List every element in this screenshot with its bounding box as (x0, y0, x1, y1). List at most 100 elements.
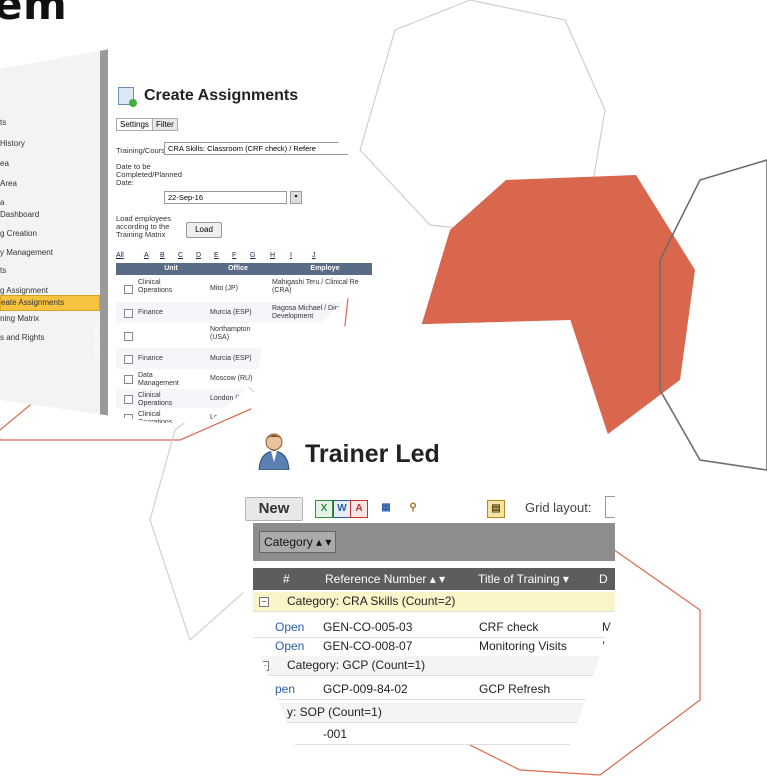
office-cell: Northampton (210, 326, 251, 333)
date-label-3: Date: (116, 178, 134, 187)
tab-filter[interactable]: Filter (152, 118, 178, 131)
category-group-row[interactable]: − Category: CRA Skills (Count=2) (253, 592, 615, 612)
create-assignment-icon (118, 87, 137, 107)
sidebar-item[interactable]: y Management (0, 246, 98, 260)
unit-cell: Data (138, 372, 153, 379)
excel-export-icon[interactable]: X (315, 500, 333, 518)
open-link[interactable]: Open (275, 637, 304, 656)
collapse-icon[interactable]: − (259, 597, 269, 607)
grid-view-icon[interactable]: ▦ (378, 500, 394, 516)
unit-cell: Finance (138, 354, 163, 362)
sidebar-item[interactable]: eate Assignments (0, 295, 100, 311)
grid-layout-label: Grid layout: (525, 500, 592, 515)
alpha-filter-link[interactable]: I (290, 252, 292, 259)
category-group-row[interactable]: − y: SOP (Count=1) (253, 703, 615, 723)
word-export-icon[interactable]: W (333, 500, 351, 518)
sidebar-collapse-strip[interactable] (100, 38, 108, 423)
sidebar-item[interactable]: Area (0, 177, 98, 191)
alpha-filter-link[interactable]: All (116, 252, 124, 259)
sidebar-item[interactable]: ts (0, 116, 98, 130)
chevron-down-icon[interactable]: ▾ (290, 191, 302, 204)
row-checkbox[interactable] (124, 331, 133, 341)
training-row[interactable]: Open GEN-CO-008-07 Monitoring Visits F (253, 637, 615, 657)
date-field[interactable]: 22-Sep-16 (164, 191, 287, 204)
alpha-filter-link[interactable]: B (160, 252, 165, 259)
sidebar-item[interactable]: History (0, 137, 98, 151)
unit-cell: Clinical (138, 411, 161, 418)
filter-clear-icon[interactable]: ⚲ (405, 500, 421, 516)
reference-number-header[interactable]: Reference Number ▴ ▾ (325, 568, 445, 590)
training-course-label: Training/Course: (116, 146, 172, 155)
employee-cell: Development (272, 313, 314, 320)
page-title: em (0, 0, 68, 29)
open-link[interactable]: Open (275, 618, 304, 637)
title-of-training-cell: GCP Refresh (479, 682, 551, 696)
title-of-training-header[interactable]: Title of Training ▾ (478, 568, 569, 590)
alpha-filter-link[interactable]: C (178, 252, 183, 259)
training-row[interactable]: -001 (253, 725, 615, 745)
unit-cell: Clinical (138, 279, 161, 286)
office-column-header[interactable]: Office (208, 263, 268, 275)
employee-cell: (CRA) (272, 287, 292, 294)
sidebar-item[interactable]: ning Matrix (0, 312, 98, 326)
grid-header: Unit Office Employe (116, 263, 372, 275)
unit-cell: Operations (138, 400, 173, 407)
category-group-chip[interactable]: Category ▴ ▾ (259, 531, 337, 553)
alpha-filter-link[interactable]: A (144, 252, 149, 259)
reference-number-cell: GEN-CO-008-07 (323, 639, 413, 653)
reference-number-cell: GEN-CO-005-03 (323, 620, 413, 634)
office-cell: (USA) (210, 334, 230, 341)
reference-number-cell: GCP-009-84-02 (323, 682, 408, 696)
load-button[interactable]: Load (186, 222, 222, 238)
alpha-filter-link[interactable]: E (214, 252, 219, 259)
unit-cell: Operations (138, 287, 173, 294)
table-row[interactable]: Clinical Operations Mito (JP) Mahigashi Ter… (116, 276, 372, 303)
close-menu-label[interactable]: close menu (94, 323, 101, 359)
sidebar-item[interactable]: s and Rights (0, 331, 98, 345)
row-checkbox[interactable] (124, 354, 133, 364)
tab-settings[interactable]: Settings (116, 118, 153, 131)
sidebar-item[interactable]: Dashboard (0, 208, 98, 222)
row-checkbox[interactable] (124, 394, 133, 404)
sidebar-item[interactable]: g Creation (0, 227, 98, 241)
category-label: Category: GCP (Count=1) (287, 658, 426, 672)
row-checkbox[interactable] (124, 308, 133, 318)
layout-save-icon[interactable]: ▤ (487, 500, 505, 518)
alpha-filter-link[interactable]: F (232, 252, 236, 259)
category-label: y: SOP (Count=1) (287, 705, 382, 719)
create-assignments-title: Create Assignments (144, 87, 299, 104)
row-number-header: # (283, 572, 290, 586)
category-label: Category: CRA Skills (Count=2) (287, 594, 456, 608)
sidebar-item[interactable]: ts (0, 264, 98, 278)
row-checkbox[interactable] (124, 285, 133, 294)
training-row[interactable]: Open GEN-CO-005-03 CRF check M (253, 618, 615, 638)
trainer-led-panel: Trainer Led New X W A ▦ ⚲ ▤ Grid layout:… (243, 320, 615, 745)
unit-cell: Management (138, 380, 179, 387)
employee-cell: Mahigashi Teru / Clinical Re (272, 279, 359, 286)
alpha-filter-link[interactable]: G (250, 252, 255, 259)
alpha-filter-link[interactable]: H (270, 252, 275, 259)
select-column-header (116, 263, 134, 275)
unit-column-header[interactable]: Unit (136, 263, 206, 275)
alpha-filter-link[interactable]: J (312, 252, 316, 259)
new-button[interactable]: New (245, 497, 303, 521)
category-group-row[interactable]: − Category: GCP (Count=1) (253, 656, 615, 676)
employee-column-header[interactable]: Employe (270, 263, 372, 275)
trainer-person-icon (258, 433, 290, 470)
title-of-training-cell: CRF check (479, 620, 539, 634)
training-row[interactable]: pen GCP-009-84-02 GCP Refresh (253, 680, 615, 700)
d-column-header[interactable]: D (599, 568, 608, 590)
alpha-filter-link[interactable]: D (196, 252, 201, 259)
trainer-led-title: Trainer Led (305, 440, 440, 468)
open-link[interactable]: pen (275, 680, 295, 699)
sidebar-item[interactable]: ea (0, 157, 98, 171)
grid-layout-select[interactable] (605, 496, 615, 518)
pdf-export-icon[interactable]: A (350, 500, 368, 518)
row-checkbox[interactable] (124, 375, 133, 384)
unit-cell: Finance (138, 308, 163, 316)
office-cell: Murcia (ESP) (210, 308, 252, 316)
load-label-3: Training Matrix (116, 230, 166, 239)
office-cell: Murcia (ESP) (210, 354, 252, 362)
title-of-training-cell: Monitoring Visits (479, 639, 567, 653)
office-cell: Moscow (RU) (210, 375, 253, 382)
